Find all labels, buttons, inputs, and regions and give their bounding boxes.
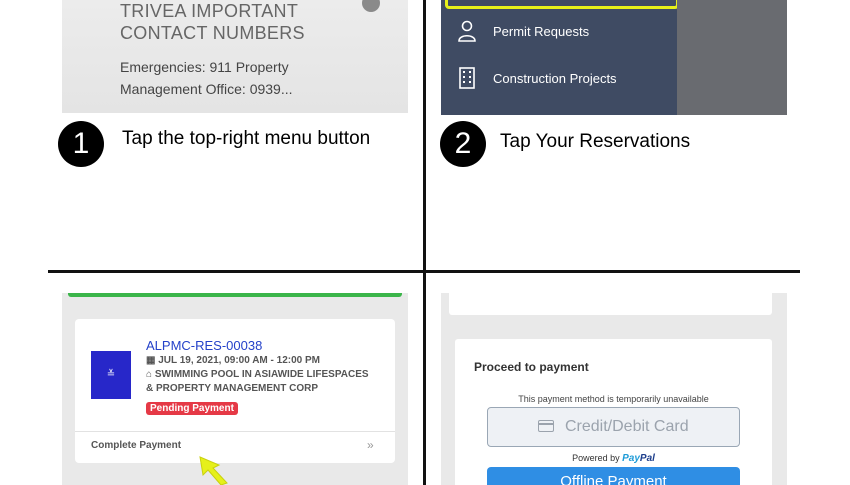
venue-line-2: & PROPERTY MANAGEMENT CORP	[146, 383, 319, 394]
reservation-card[interactable]: ≚ ALPMC-RES-00038 ▦ JUL 19, 2021, 09:00 …	[75, 319, 395, 463]
unavailable-notice: This payment method is temporarily unava…	[518, 394, 709, 404]
highlighted-menu-item[interactable]	[445, 0, 679, 9]
payment-card: Proceed to payment This payment method i…	[455, 339, 772, 485]
horizontal-divider	[48, 270, 800, 273]
title-line-1: TRIVEA IMPORTANT	[120, 1, 299, 21]
venue-icon: ⌂	[146, 369, 155, 380]
venue-line-1: SWIMMING POOL IN ASIAWIDE LIFESPACES	[154, 369, 369, 380]
payment-heading: Proceed to payment	[474, 360, 589, 374]
status-badge: Pending Payment	[146, 402, 238, 415]
powered-by-text: Powered by	[572, 453, 620, 463]
menu-item-label: Permit Requests	[493, 24, 590, 39]
credit-card-icon	[538, 420, 554, 432]
credit-card-label: Credit/Debit Card	[565, 418, 689, 435]
menu-item-construction-projects[interactable]: Construction Projects	[457, 67, 677, 93]
step-number-1: 1	[58, 121, 104, 167]
reservation-thumbnail: ≚	[91, 351, 131, 399]
paypal-logo: PayPal	[622, 453, 655, 464]
menu-item-permit-requests[interactable]: Permit Requests	[457, 20, 677, 46]
contact-card-body: Emergencies: 911 Property Management Off…	[120, 56, 380, 100]
payment-screenshot: Proceed to payment This payment method i…	[441, 293, 787, 485]
menu-dot-icon[interactable]	[362, 0, 380, 12]
reservation-screenshot: ≚ ALPMC-RES-00038 ▦ JUL 19, 2021, 09:00 …	[62, 293, 408, 485]
contact-card[interactable]: TRIVEA IMPORTANT CONTACT NUMBERS Emergen…	[62, 0, 408, 113]
offline-payment-button[interactable]: Offline Payment	[487, 467, 740, 485]
contact-numbers-screenshot: TRIVEA IMPORTANT CONTACT NUMBERS Emergen…	[62, 0, 408, 113]
reservation-date: ▦ JUL 19, 2021, 09:00 AM - 12:00 PM	[146, 354, 391, 368]
menu-overlay	[677, 0, 787, 115]
title-line-2: CONTACT NUMBERS	[120, 23, 305, 43]
paypal-pal: Pal	[639, 453, 655, 464]
status-bar	[68, 293, 402, 297]
reservation-date-text: JUL 19, 2021, 09:00 AM - 12:00 PM	[158, 355, 320, 366]
building-icon	[459, 67, 475, 89]
card-divider	[75, 431, 395, 432]
paypal-pay: Pay	[622, 453, 640, 464]
side-menu-screenshot: Permit Requests Construction Projects	[441, 0, 787, 115]
step-text-1: Tap the top-right menu button	[122, 128, 371, 149]
contact-card-title: TRIVEA IMPORTANT CONTACT NUMBERS	[120, 0, 360, 44]
top-card-strip	[449, 293, 772, 315]
step-number-2: 2	[440, 121, 486, 167]
body-line-2: Management Office: 0939...	[120, 81, 293, 97]
step-text-2: Tap Your Reservations	[500, 131, 691, 152]
credit-card-button[interactable]: Credit/Debit Card	[487, 407, 740, 447]
body-line-1: Emergencies: 911 Property	[120, 59, 289, 75]
menu-item-label: Construction Projects	[493, 71, 617, 86]
reservation-id[interactable]: ALPMC-RES-00038	[146, 338, 262, 353]
pointer-arrow-icon	[199, 456, 228, 485]
powered-by-paypal: Powered by PayPal	[455, 453, 772, 464]
vertical-divider	[423, 0, 426, 485]
reservation-venue: ⌂ SWIMMING POOL IN ASIAWIDE LIFESPACES &…	[146, 368, 391, 396]
person-icon	[458, 20, 476, 42]
calendar-icon: ▦	[146, 355, 159, 366]
chevron-right-icon[interactable]: »	[367, 438, 374, 452]
complete-payment-link[interactable]: Complete Payment	[91, 440, 181, 451]
